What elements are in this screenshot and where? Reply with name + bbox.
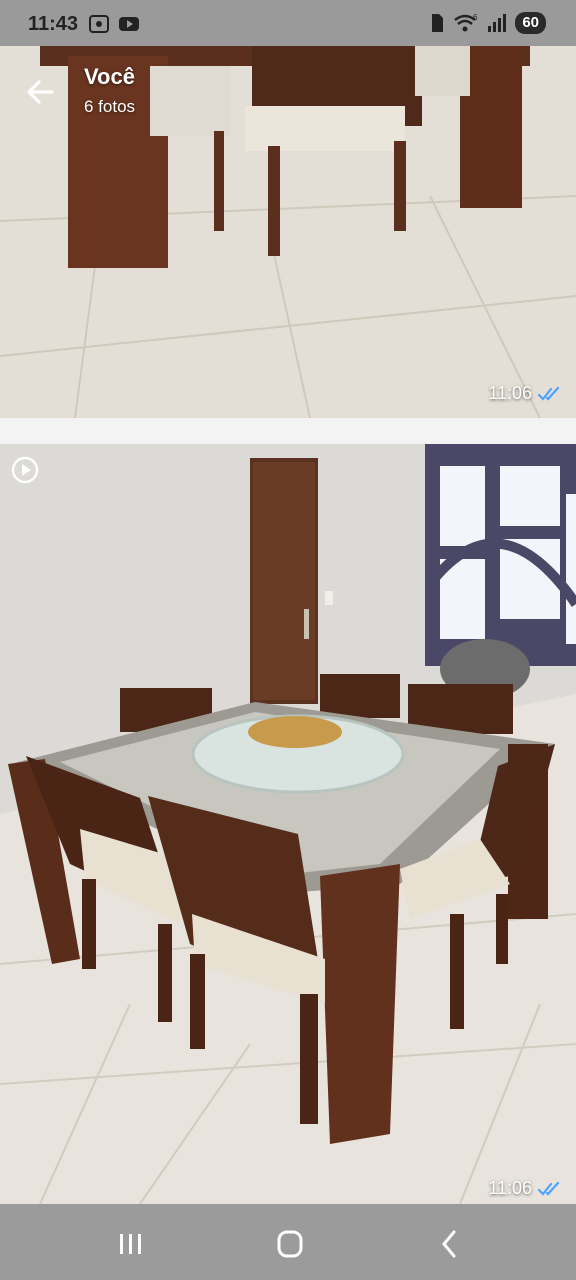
double-check-icon [538,1181,560,1196]
status-notification-icons [88,14,140,34]
message-time-text: 11:06 [488,1178,532,1198]
photo-2[interactable] [0,444,576,1204]
recent-apps-button[interactable] [110,1226,150,1262]
message-time-1: 11:06 [488,383,562,404]
screenshot-icon [89,15,109,33]
video-play-icon[interactable] [10,455,40,485]
youtube-icon [119,17,139,31]
recent-apps-icon [120,1234,141,1254]
message-time-text: 11:06 [488,383,532,403]
battery-indicator: 60 [515,12,546,34]
sim-icon [432,14,444,32]
status-system-icons: 6 60 [429,12,546,34]
double-check-icon [538,386,560,401]
signal-icon [488,14,507,32]
photo-2-image [0,444,576,1204]
wifi-icon: 6 [454,13,478,32]
status-time: 11:43 [28,13,79,35]
arrow-back-icon [27,80,54,104]
home-icon [277,1230,303,1258]
photo-separator [0,418,576,444]
message-time-2: 11:06 [488,1178,562,1199]
photo-count: 6 fotos [84,97,136,116]
back-chevron-icon [442,1230,456,1258]
media-viewer-header: Você 6 fotos [0,46,576,136]
status-bar: 11:43 6 60 [0,0,576,46]
chat-title: Você [84,64,135,89]
back-nav-button[interactable] [430,1226,470,1262]
wifi-suffix: 6 [473,13,478,22]
home-button[interactable] [270,1226,310,1262]
navigation-bar [0,1204,576,1280]
back-button[interactable] [22,74,58,110]
